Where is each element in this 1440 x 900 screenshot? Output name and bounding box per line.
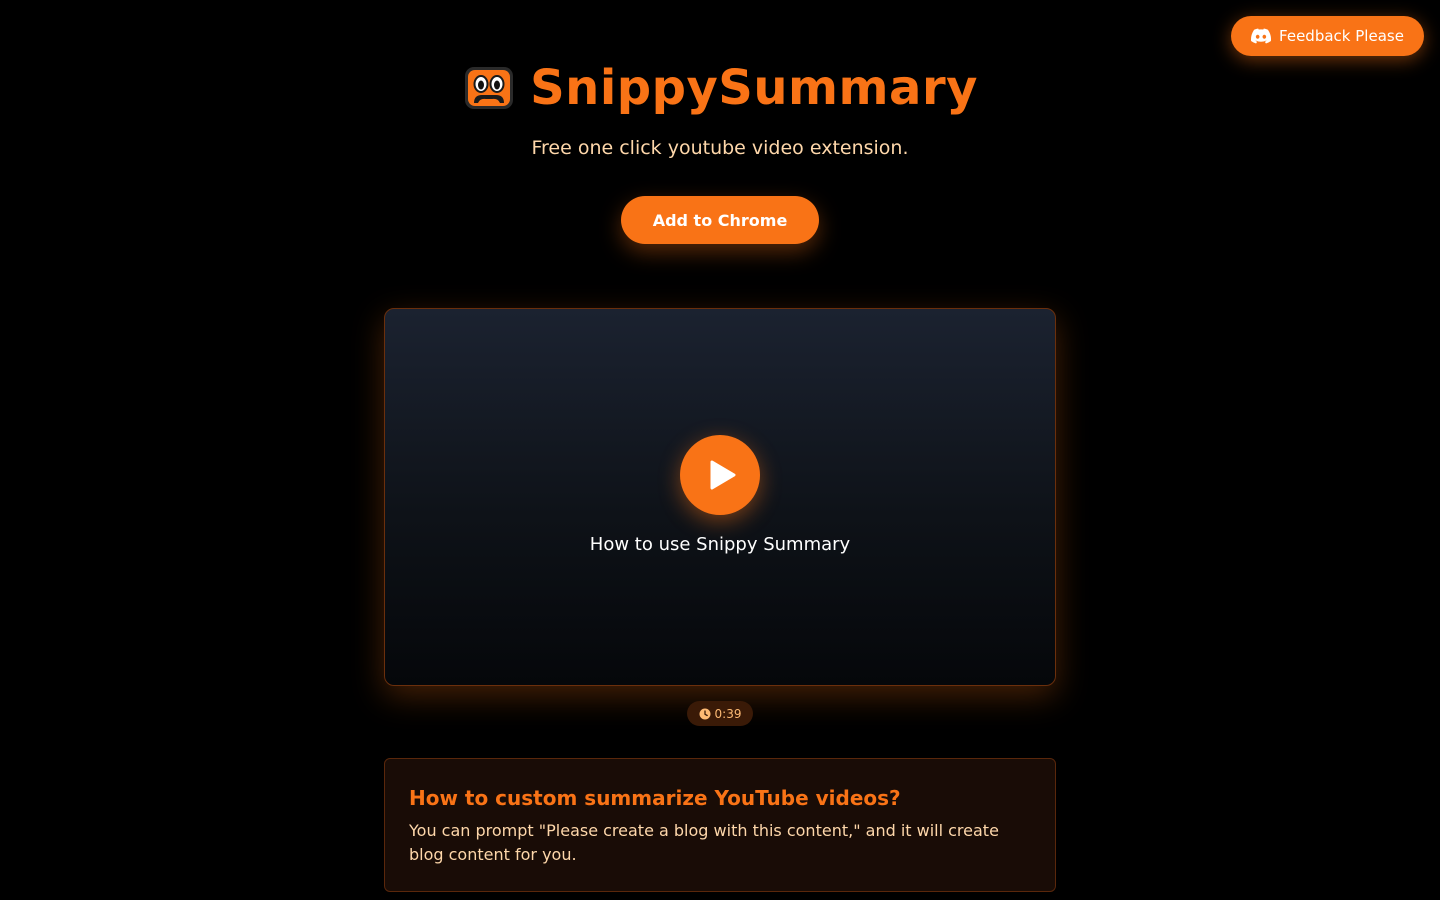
play-button[interactable] xyxy=(680,435,760,515)
feedback-button[interactable]: Feedback Please xyxy=(1231,16,1424,56)
video-title: How to use Snippy Summary xyxy=(589,534,851,555)
app-title: SnippySummary xyxy=(530,60,978,116)
faq-card: How to custom summarize YouTube videos? … xyxy=(384,758,1056,892)
duration-badge: 0:39 xyxy=(687,701,753,726)
app-subtitle: Free one click youtube video extension. xyxy=(531,137,909,159)
duration-text: 0:39 xyxy=(714,706,742,721)
add-to-chrome-button[interactable]: Add to Chrome xyxy=(621,196,819,244)
header: SnippySummary xyxy=(0,58,1440,118)
clock-icon xyxy=(699,708,711,719)
snippy-mascot-icon xyxy=(465,67,514,109)
discord-icon xyxy=(1251,28,1272,44)
faq-question: How to custom summarize YouTube videos? xyxy=(409,786,901,810)
feedback-label: Feedback Please xyxy=(1279,27,1404,45)
play-icon xyxy=(710,460,735,490)
faq-answer: You can prompt "Please create a blog wit… xyxy=(409,821,999,864)
page: Feedback Please SnippySummary Free one c… xyxy=(0,0,1440,900)
video-player[interactable]: How to use Snippy Summary xyxy=(384,308,1056,686)
